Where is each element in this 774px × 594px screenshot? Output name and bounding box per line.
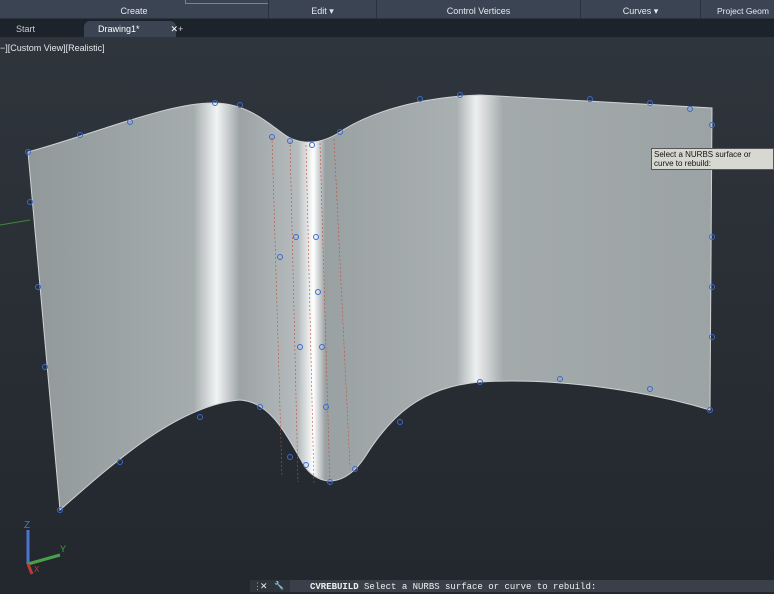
command-prompt[interactable]: Select a NURBS surface or curve to rebui…	[364, 582, 596, 592]
control-vertex[interactable]	[117, 459, 123, 465]
tab-start[interactable]: Start	[2, 21, 90, 37]
tab-drawing1[interactable]: Drawing1* ✕	[84, 21, 178, 37]
file-tabs: Start Drawing1* ✕ +	[0, 19, 774, 37]
new-tab-button[interactable]: +	[172, 21, 192, 37]
ucs-icon: Z Y X	[24, 520, 66, 575]
ribbon-panel-create[interactable]: Create	[0, 0, 269, 18]
control-vertex[interactable]	[417, 96, 423, 102]
ucs-y-label: Y	[60, 544, 66, 554]
tab-label: Drawing1*	[98, 24, 140, 34]
control-vertex[interactable]	[287, 454, 293, 460]
ribbon-panel-edit[interactable]: Edit ▾	[269, 0, 377, 18]
ribbon-panel-curves[interactable]: Curves ▾	[581, 0, 701, 18]
control-vertex[interactable]	[397, 419, 403, 425]
x-axis-line	[0, 219, 31, 226]
control-vertex[interactable]	[237, 102, 243, 108]
cursor-tooltip: Select a NURBS surface or curve to rebui…	[651, 148, 774, 170]
surface-shape	[27, 94, 713, 512]
nurbs-surface[interactable]: Z Y X	[0, 37, 774, 580]
command-name: CVREBUILD	[310, 582, 359, 592]
ribbon: Create Edit ▾ Control Vertices Curves ▾ …	[0, 0, 774, 19]
drawing-viewport[interactable]: −][Custom View][Realistic] Z Y X	[0, 37, 774, 580]
control-vertex[interactable]	[27, 199, 33, 205]
ucs-x-label: X	[34, 565, 40, 574]
control-vertex[interactable]	[197, 414, 203, 420]
ribbon-panel-control-vertices[interactable]: Control Vertices	[377, 0, 581, 18]
command-line[interactable]: ⋮ ✕ 🔧 CVREBUILD Select a NURBS surface o…	[250, 580, 774, 592]
ucs-z-label: Z	[24, 520, 30, 531]
ribbon-panel-project-geometry[interactable]: Project Geom	[701, 0, 774, 18]
